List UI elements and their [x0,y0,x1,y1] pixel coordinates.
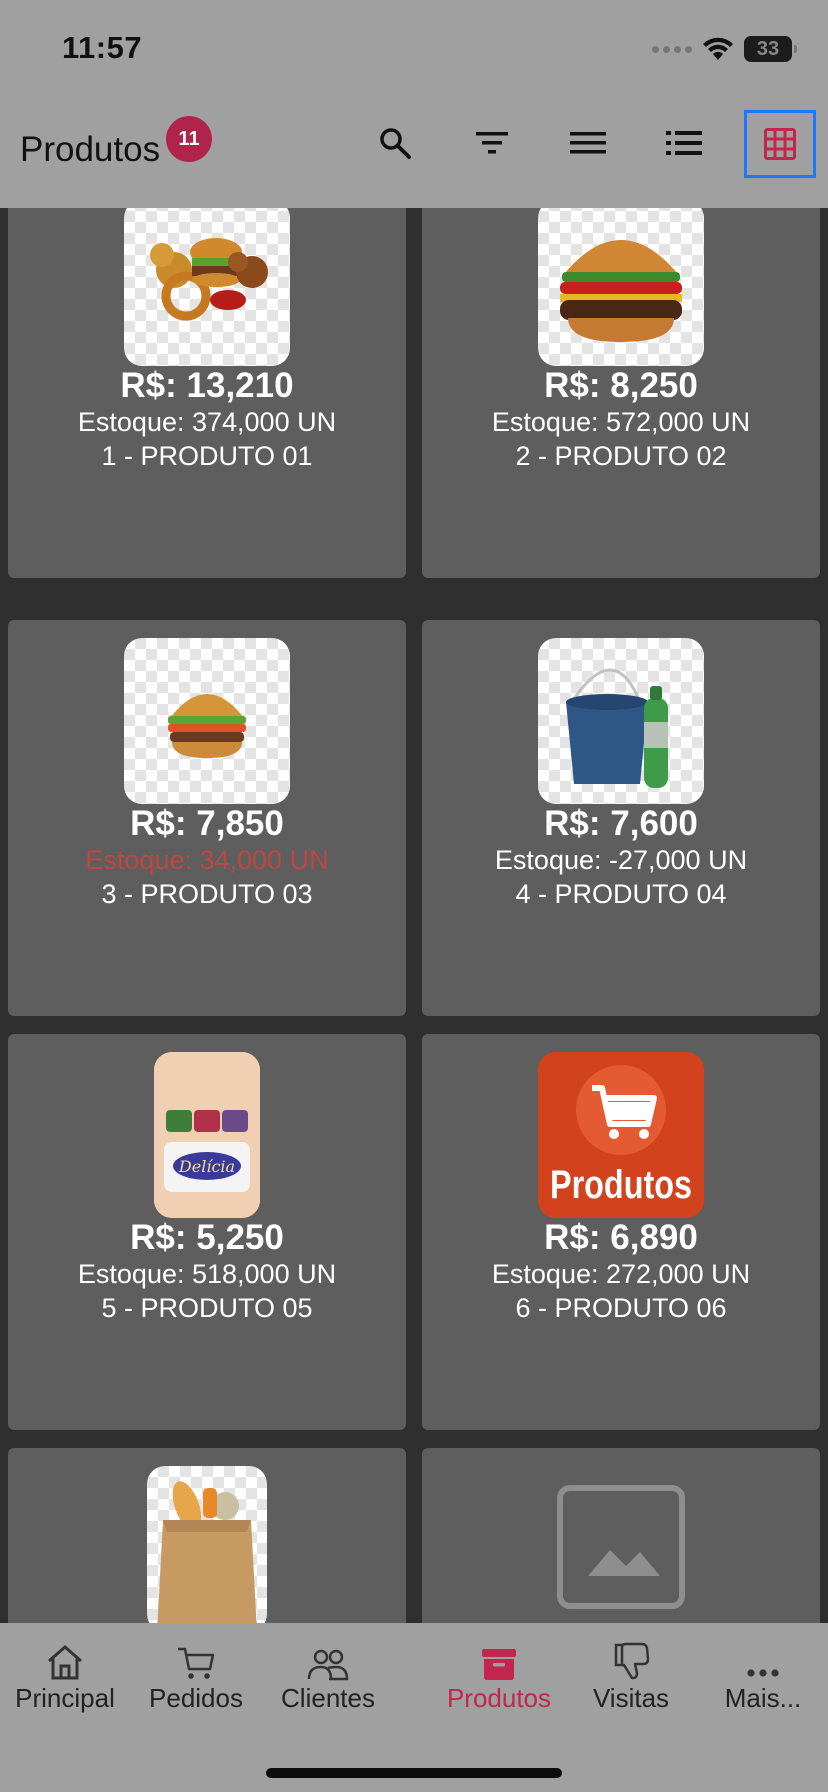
list-view-button[interactable] [653,112,715,174]
product-price: R$: 7,600 [544,804,698,843]
combo-icon [124,208,290,366]
filter-icon [476,132,508,154]
status-time: 11:57 [62,30,143,65]
product-card[interactable] [422,1448,820,1623]
product-card[interactable]: R$: 8,250 Estoque: 572,000 UN 2 - PRODUT… [422,208,820,578]
nav-label: Pedidos [149,1683,243,1713]
nav-label: Clientes [281,1683,375,1713]
product-grid: R$: 13,210 Estoque: 374,000 UN 1 - PRODU… [0,208,828,1623]
svg-text:Delícia: Delícia [178,1157,235,1176]
image-placeholder-icon [538,1466,704,1623]
search-button[interactable] [364,112,426,174]
product-stock: Estoque: 518,000 UN [77,1259,337,1289]
nav-label: Visitas [592,1683,670,1713]
nav-pedidos[interactable]: Pedidos [131,1639,261,1714]
grid-view-button[interactable] [744,110,816,178]
search-icon [380,128,411,159]
list-icon [666,131,702,155]
home-indicator[interactable] [266,1768,562,1778]
product-price: R$: 6,890 [544,1218,698,1257]
top-app-bar: 11:57 33 Produtos 11 [0,0,828,208]
product-stock: Estoque: 572,000 UN [491,407,751,437]
product-name: 3 - PRODUTO 03 [101,879,313,909]
product-card[interactable] [8,1448,406,1623]
product-price: R$: 8,250 [544,366,698,405]
product-price: R$: 13,210 [120,366,294,405]
product-name: 4 - PRODUTO 04 [515,879,727,909]
product-name: 5 - PRODUTO 05 [101,1293,313,1323]
product-stock: Estoque: 374,000 UN [77,407,337,437]
nav-clientes[interactable]: Clientes [263,1639,393,1714]
small-burger-icon [124,638,290,804]
product-card[interactable]: Produtos R$: 6,890 Estoque: 272,000 UN 6… [422,1034,820,1430]
page-title: Produtos [20,130,161,169]
product-name: 6 - PRODUTO 06 [515,1293,727,1323]
battery-icon: 33 [744,36,797,62]
bottom-navigation: Principal Pedidos Clientes Produtos Visi… [0,1623,828,1792]
nav-principal[interactable]: Principal [0,1639,130,1714]
nav-label: Principal [15,1683,115,1713]
nav-label: Produtos [446,1683,552,1713]
nav-produtos[interactable]: Produtos [434,1639,564,1714]
product-card[interactable]: R$: 7,600 Estoque: -27,000 UN 4 - PRODUT… [422,620,820,1016]
product-stock: Estoque: 272,000 UN [491,1259,751,1289]
wifi-icon [703,37,733,60]
cellular-signal-icon [652,45,692,53]
thumbs-down-icon [614,1642,650,1680]
svg-text:Produtos: Produtos [550,1163,692,1207]
cart-icon [178,1647,215,1679]
nav-mais[interactable]: Mais... [698,1639,828,1714]
status-icons: 33 [652,34,797,64]
more-icon [747,1669,779,1677]
compact-view-button[interactable] [557,112,619,174]
bucket-icon [538,638,704,804]
nav-label: Mais... [724,1683,802,1713]
product-card[interactable]: R$: 13,210 Estoque: 374,000 UN 1 - PRODU… [8,208,406,578]
product-card[interactable]: R$: 7,850 Estoque: 34,000 UN 3 - PRODUTO… [8,620,406,1016]
grid-icon [764,128,796,160]
cart-logo-icon: Produtos [538,1052,704,1218]
menu-icon [570,132,606,154]
product-name: 1 - PRODUTO 01 [101,441,313,471]
home-icon [48,1645,82,1680]
people-icon [307,1649,349,1681]
nav-visitas[interactable]: Visitas [566,1639,696,1714]
count-badge: 11 [166,116,212,162]
product-price: R$: 5,250 [130,1218,284,1257]
margarine-icon: Delícia [154,1052,260,1218]
burger-icon [538,208,704,366]
product-price: R$: 7,850 [130,804,284,843]
product-name: 2 - PRODUTO 02 [515,441,727,471]
box-icon [482,1649,516,1680]
filter-button[interactable] [461,112,523,174]
product-card[interactable]: Delícia R$: 5,250 Estoque: 518,000 UN 5 … [8,1034,406,1430]
product-stock: Estoque: -27,000 UN [494,845,748,875]
grocery-bag-icon [147,1466,267,1623]
product-stock: Estoque: 34,000 UN [85,845,329,875]
